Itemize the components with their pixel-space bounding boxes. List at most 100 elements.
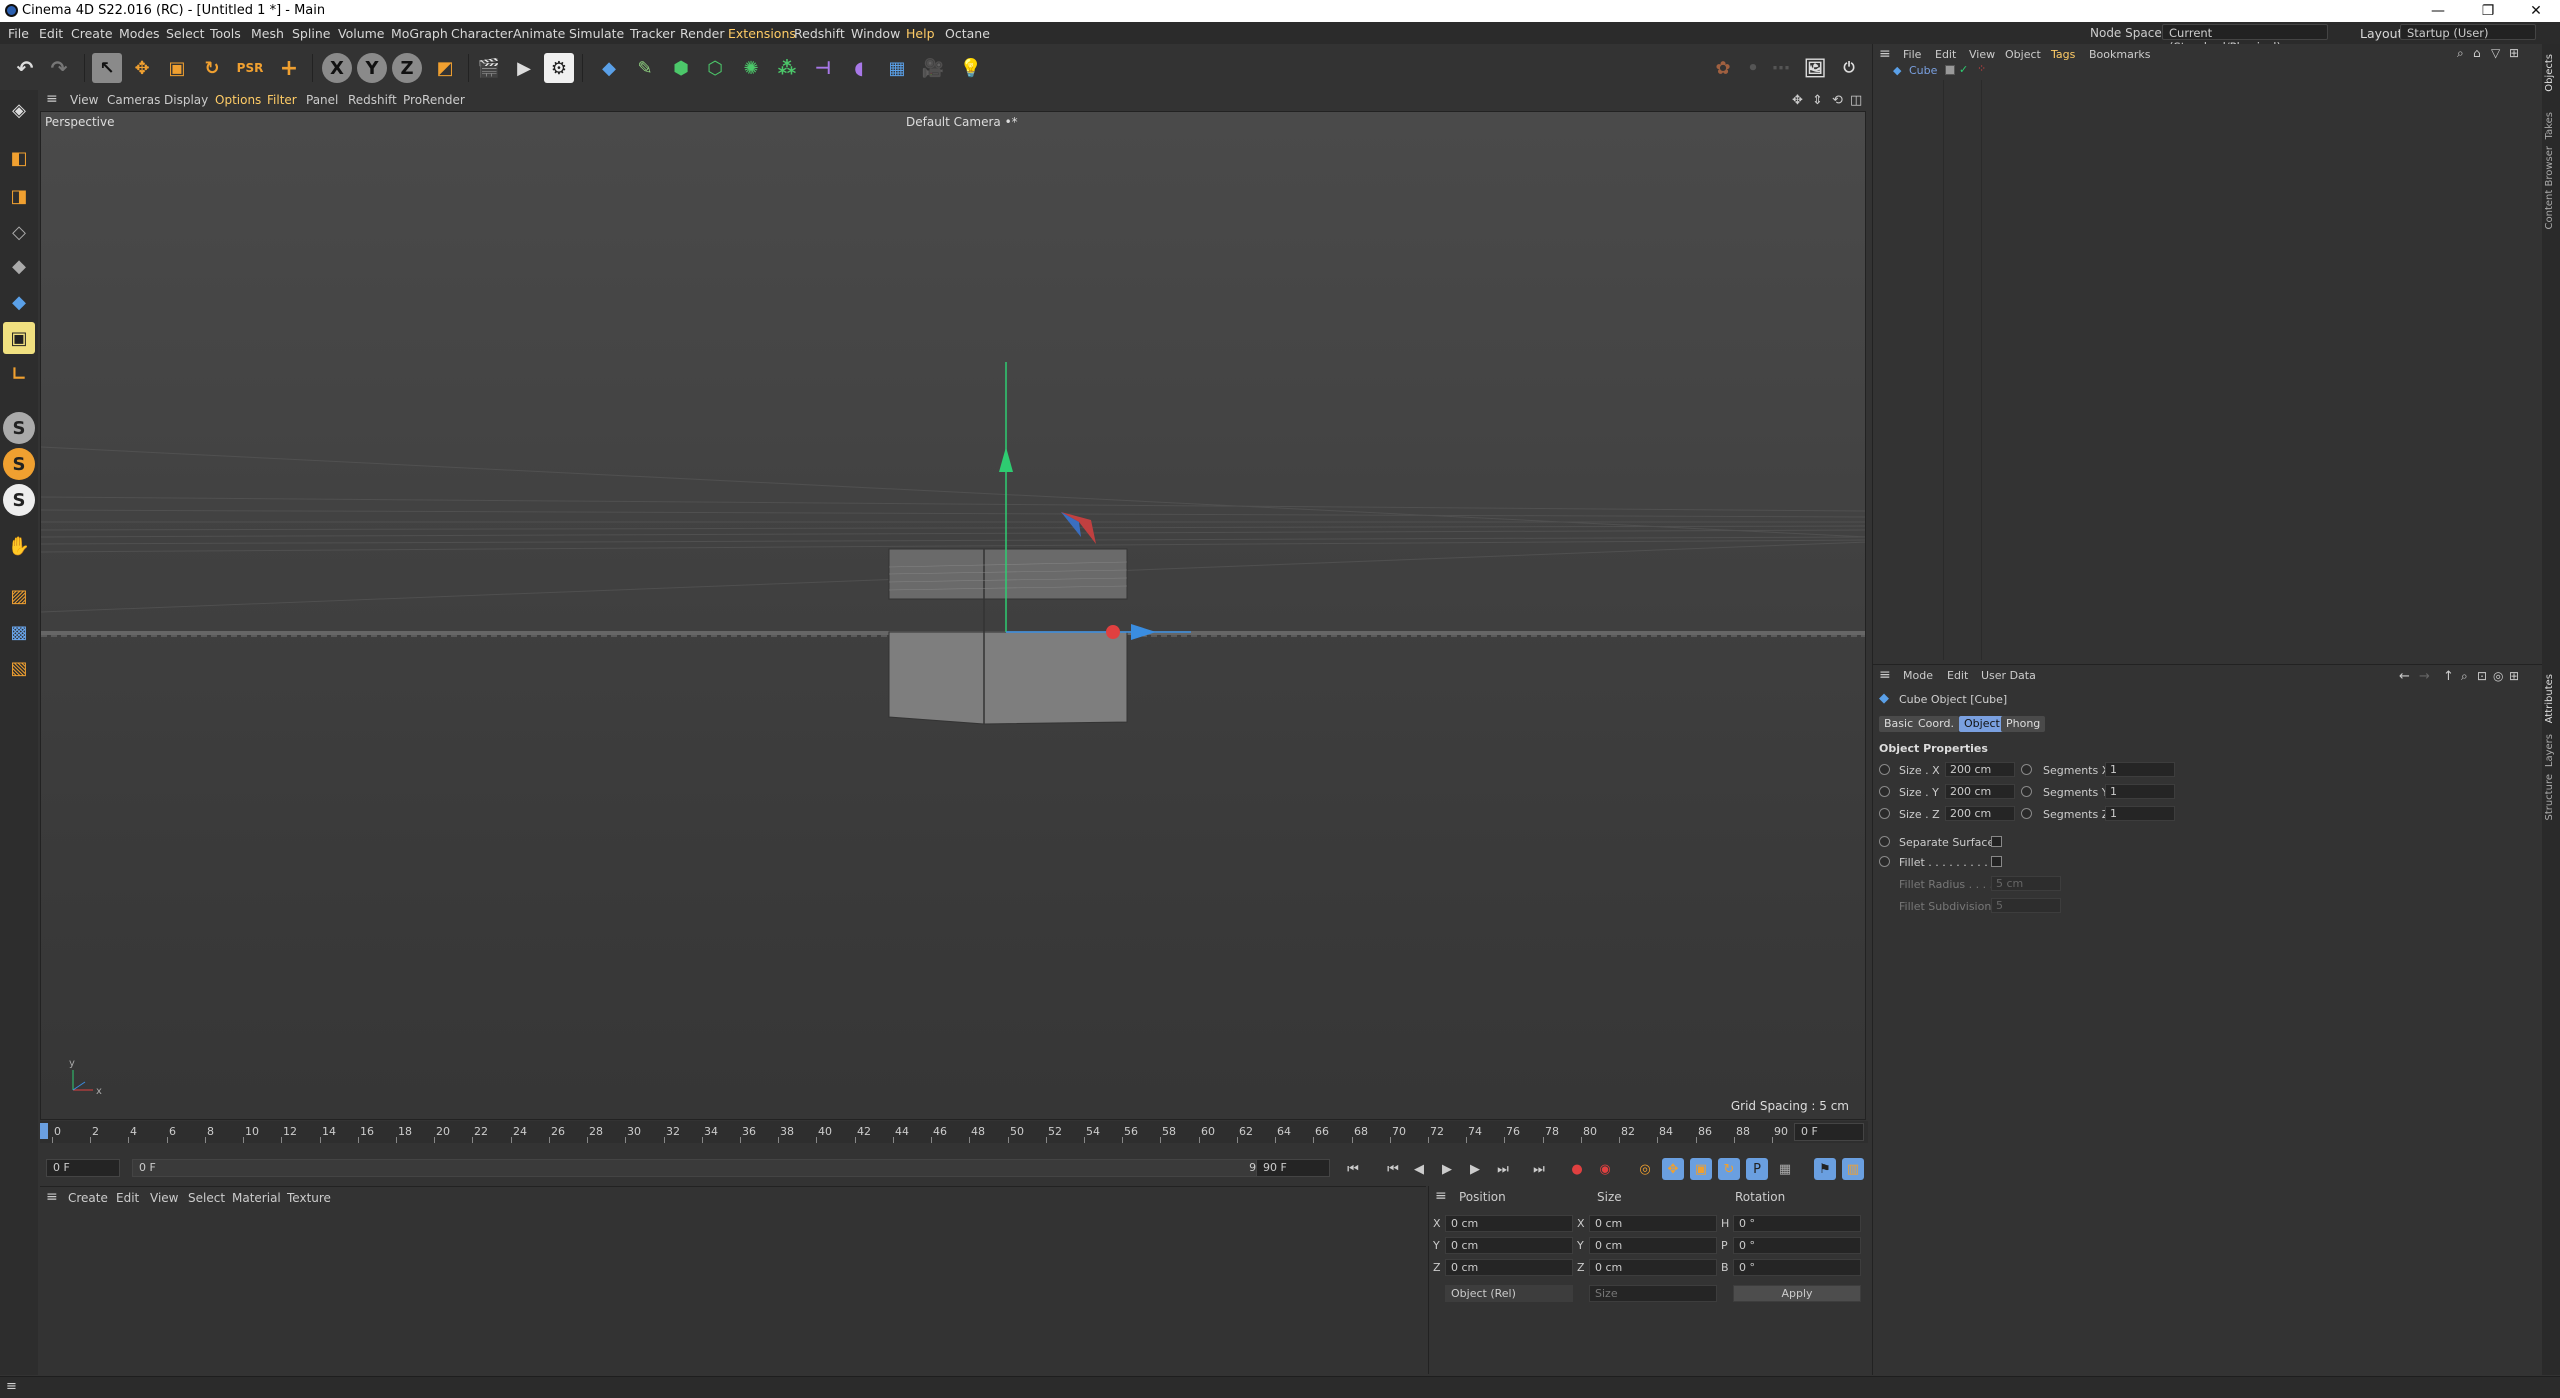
start-frame-field[interactable]: 0 F — [46, 1159, 120, 1177]
viewport-menu-display[interactable]: Display — [164, 93, 208, 107]
object-row-cube[interactable]: ◆ Cube ✓ ⁘ — [1873, 62, 2543, 78]
material-menu-texture[interactable]: Texture — [287, 1191, 331, 1205]
attributes-menu-mode[interactable]: Mode — [1903, 669, 1933, 682]
size-x-animate-radio[interactable] — [1879, 764, 1890, 775]
texture-mode-icon[interactable]: ◨ — [3, 180, 35, 212]
key-rotation-icon[interactable]: ↻ — [1718, 1158, 1740, 1180]
end-frame-field[interactable]: 90 F — [1256, 1159, 1330, 1177]
menu-mograph[interactable]: MoGraph — [391, 26, 448, 41]
pos-x-field[interactable]: 0 cm — [1445, 1215, 1573, 1232]
separate-surfaces-animate-radio[interactable] — [1879, 836, 1890, 847]
material-menu-edit[interactable]: Edit — [116, 1191, 139, 1205]
segments-y-input[interactable]: 1 — [2105, 784, 2175, 799]
coord-mode-dropdown[interactable]: Object (Rel) — [1445, 1285, 1573, 1302]
go-to-start-icon[interactable]: ⏮ — [1342, 1158, 1364, 1180]
cube-object-icon[interactable]: ◆ — [594, 53, 624, 83]
previous-frame-icon[interactable]: ◀ — [1408, 1158, 1430, 1180]
next-key-icon[interactable]: ⏭ — [1492, 1158, 1514, 1180]
objects-menu-view[interactable]: View — [1969, 48, 1995, 61]
tab-phong[interactable]: Phong — [2001, 716, 2046, 732]
viewport-menu-redshift[interactable]: Redshift — [348, 93, 397, 107]
rot-h-field[interactable]: 0 ° — [1733, 1215, 1861, 1232]
viewport-menu-icon[interactable]: ≡ — [46, 91, 58, 107]
menu-select[interactable]: Select — [166, 26, 205, 41]
points-mode-icon[interactable]: • — [1738, 53, 1768, 83]
menu-spline[interactable]: Spline — [292, 26, 330, 41]
objects-home-icon[interactable]: ⌂ — [2473, 46, 2481, 60]
menu-simulate[interactable]: Simulate — [569, 26, 624, 41]
attributes-lock-icon[interactable]: ⊡ — [2477, 669, 2487, 683]
key-parameter-icon[interactable]: P — [1746, 1158, 1768, 1180]
play-icon[interactable]: ▶ — [1436, 1158, 1458, 1180]
size-z-animate-radio[interactable] — [1879, 808, 1890, 819]
separate-surfaces-checkbox[interactable] — [1991, 836, 2002, 847]
locked-workplane-icon[interactable]: ▧ — [3, 652, 35, 684]
pen-spline-icon[interactable]: ✎ — [630, 53, 660, 83]
attributes-search-icon[interactable]: ⌕ — [2461, 669, 2468, 684]
viewport-move-icon[interactable]: ✥ — [1792, 93, 1803, 108]
object-enabled-check-icon[interactable]: ✓ — [1959, 63, 1968, 76]
current-frame-field[interactable]: 0 F — [1794, 1123, 1864, 1141]
side-tab-attributes[interactable]: Attributes — [2544, 674, 2555, 723]
field-icon[interactable]: ◖ — [844, 53, 874, 83]
viewport-menu-prorender[interactable]: ProRender — [403, 93, 465, 107]
lock-x-axis-button[interactable]: X — [322, 53, 352, 83]
objects-menu-bookmarks[interactable]: Bookmarks — [2089, 48, 2150, 61]
timeline-playhead[interactable] — [40, 1123, 48, 1139]
status-menu-icon[interactable]: ≡ — [6, 1379, 17, 1394]
menu-tools[interactable]: Tools — [210, 26, 241, 41]
attributes-menu-icon[interactable]: ≡ — [1879, 667, 1891, 683]
deformer-icon[interactable]: ⊣ — [808, 53, 838, 83]
menu-create[interactable]: Create — [71, 26, 113, 41]
clapper-render-region-icon[interactable]: 🎬 — [474, 53, 504, 83]
menu-octane[interactable]: Octane — [945, 26, 990, 41]
node-space-dropdown[interactable]: Current (Standard/Physical) — [2162, 24, 2328, 54]
viewport-menu-filter[interactable]: Filter — [267, 93, 297, 107]
key-pla-icon[interactable]: ▦ — [1774, 1158, 1796, 1180]
3d-viewport[interactable]: Perspective Default Camera •* y x Grid S… — [40, 111, 1866, 1120]
live-selection-icon[interactable]: ↖ — [92, 53, 122, 83]
record-keys-icon[interactable]: ● — [1566, 1158, 1588, 1180]
make-editable-icon[interactable]: ◈ — [3, 94, 35, 126]
viewport-rotate-icon[interactable]: ⟲ — [1832, 93, 1843, 108]
material-menu-view[interactable]: View — [150, 1191, 178, 1205]
edges-mode-icon[interactable]: ⋯ — [1766, 53, 1796, 83]
side-tab-content-browser[interactable]: Content Browser — [2544, 146, 2555, 229]
interactive-render-icon[interactable]: ⏻ — [1834, 53, 1864, 83]
objects-menu-file[interactable]: File — [1903, 48, 1921, 61]
size-y-field[interactable]: 0 cm — [1589, 1237, 1717, 1254]
size-x-field[interactable]: 0 cm — [1589, 1215, 1717, 1232]
floor-icon[interactable]: ▦ — [882, 53, 912, 83]
size-mode-dropdown[interactable]: Size — [1589, 1285, 1717, 1302]
next-frame-icon[interactable]: ▶ — [1464, 1158, 1486, 1180]
previous-key-icon[interactable]: ⏮ — [1382, 1158, 1404, 1180]
menu-file[interactable]: File — [8, 26, 29, 41]
menu-render[interactable]: Render — [680, 26, 725, 41]
attributes-menu-edit[interactable]: Edit — [1947, 669, 1968, 682]
lock-z-axis-button[interactable]: Z — [392, 53, 422, 83]
rotate-tool-icon[interactable]: ↻ — [197, 53, 227, 83]
viewport-layout-icon[interactable]: ◫ — [1850, 93, 1862, 108]
snap-3d-icon[interactable]: S — [3, 484, 35, 516]
subdivision-surface-icon[interactable]: ⬢ — [666, 53, 696, 83]
fillet-subdivision-input[interactable]: 5 — [1991, 898, 2061, 913]
objects-filter-icon[interactable]: ▽ — [2491, 46, 2500, 60]
light-icon[interactable]: 💡 — [956, 53, 986, 83]
motion-clip-icon[interactable]: ▥ — [1842, 1158, 1864, 1180]
material-menu-select[interactable]: Select — [188, 1191, 225, 1205]
object-tag-icon[interactable]: ⁘ — [1977, 62, 1986, 75]
workplane-grid-icon[interactable]: ▩ — [3, 616, 35, 648]
workplane-icon[interactable]: ∟ — [3, 358, 35, 390]
move-tool-icon[interactable]: ✥ — [127, 53, 157, 83]
timeline-icon[interactable]: ⚑ — [1814, 1158, 1836, 1180]
menu-volume[interactable]: Volume — [338, 26, 385, 41]
apply-button[interactable]: Apply — [1733, 1285, 1861, 1302]
object-name-label[interactable]: Cube — [1909, 64, 1937, 77]
autokey-icon[interactable]: ◉ — [1594, 1158, 1616, 1180]
objects-new-window-icon[interactable]: ⊞ — [2509, 46, 2519, 60]
forward-arrow-icon[interactable]: → — [2419, 669, 2430, 684]
keyframe-selection-icon[interactable]: ◎ — [1634, 1158, 1656, 1180]
material-manager[interactable]: ≡ Create Edit View Select Material Textu… — [40, 1186, 1426, 1374]
objects-menu-icon[interactable]: ≡ — [1879, 46, 1891, 62]
back-arrow-icon[interactable]: ← — [2399, 669, 2410, 684]
